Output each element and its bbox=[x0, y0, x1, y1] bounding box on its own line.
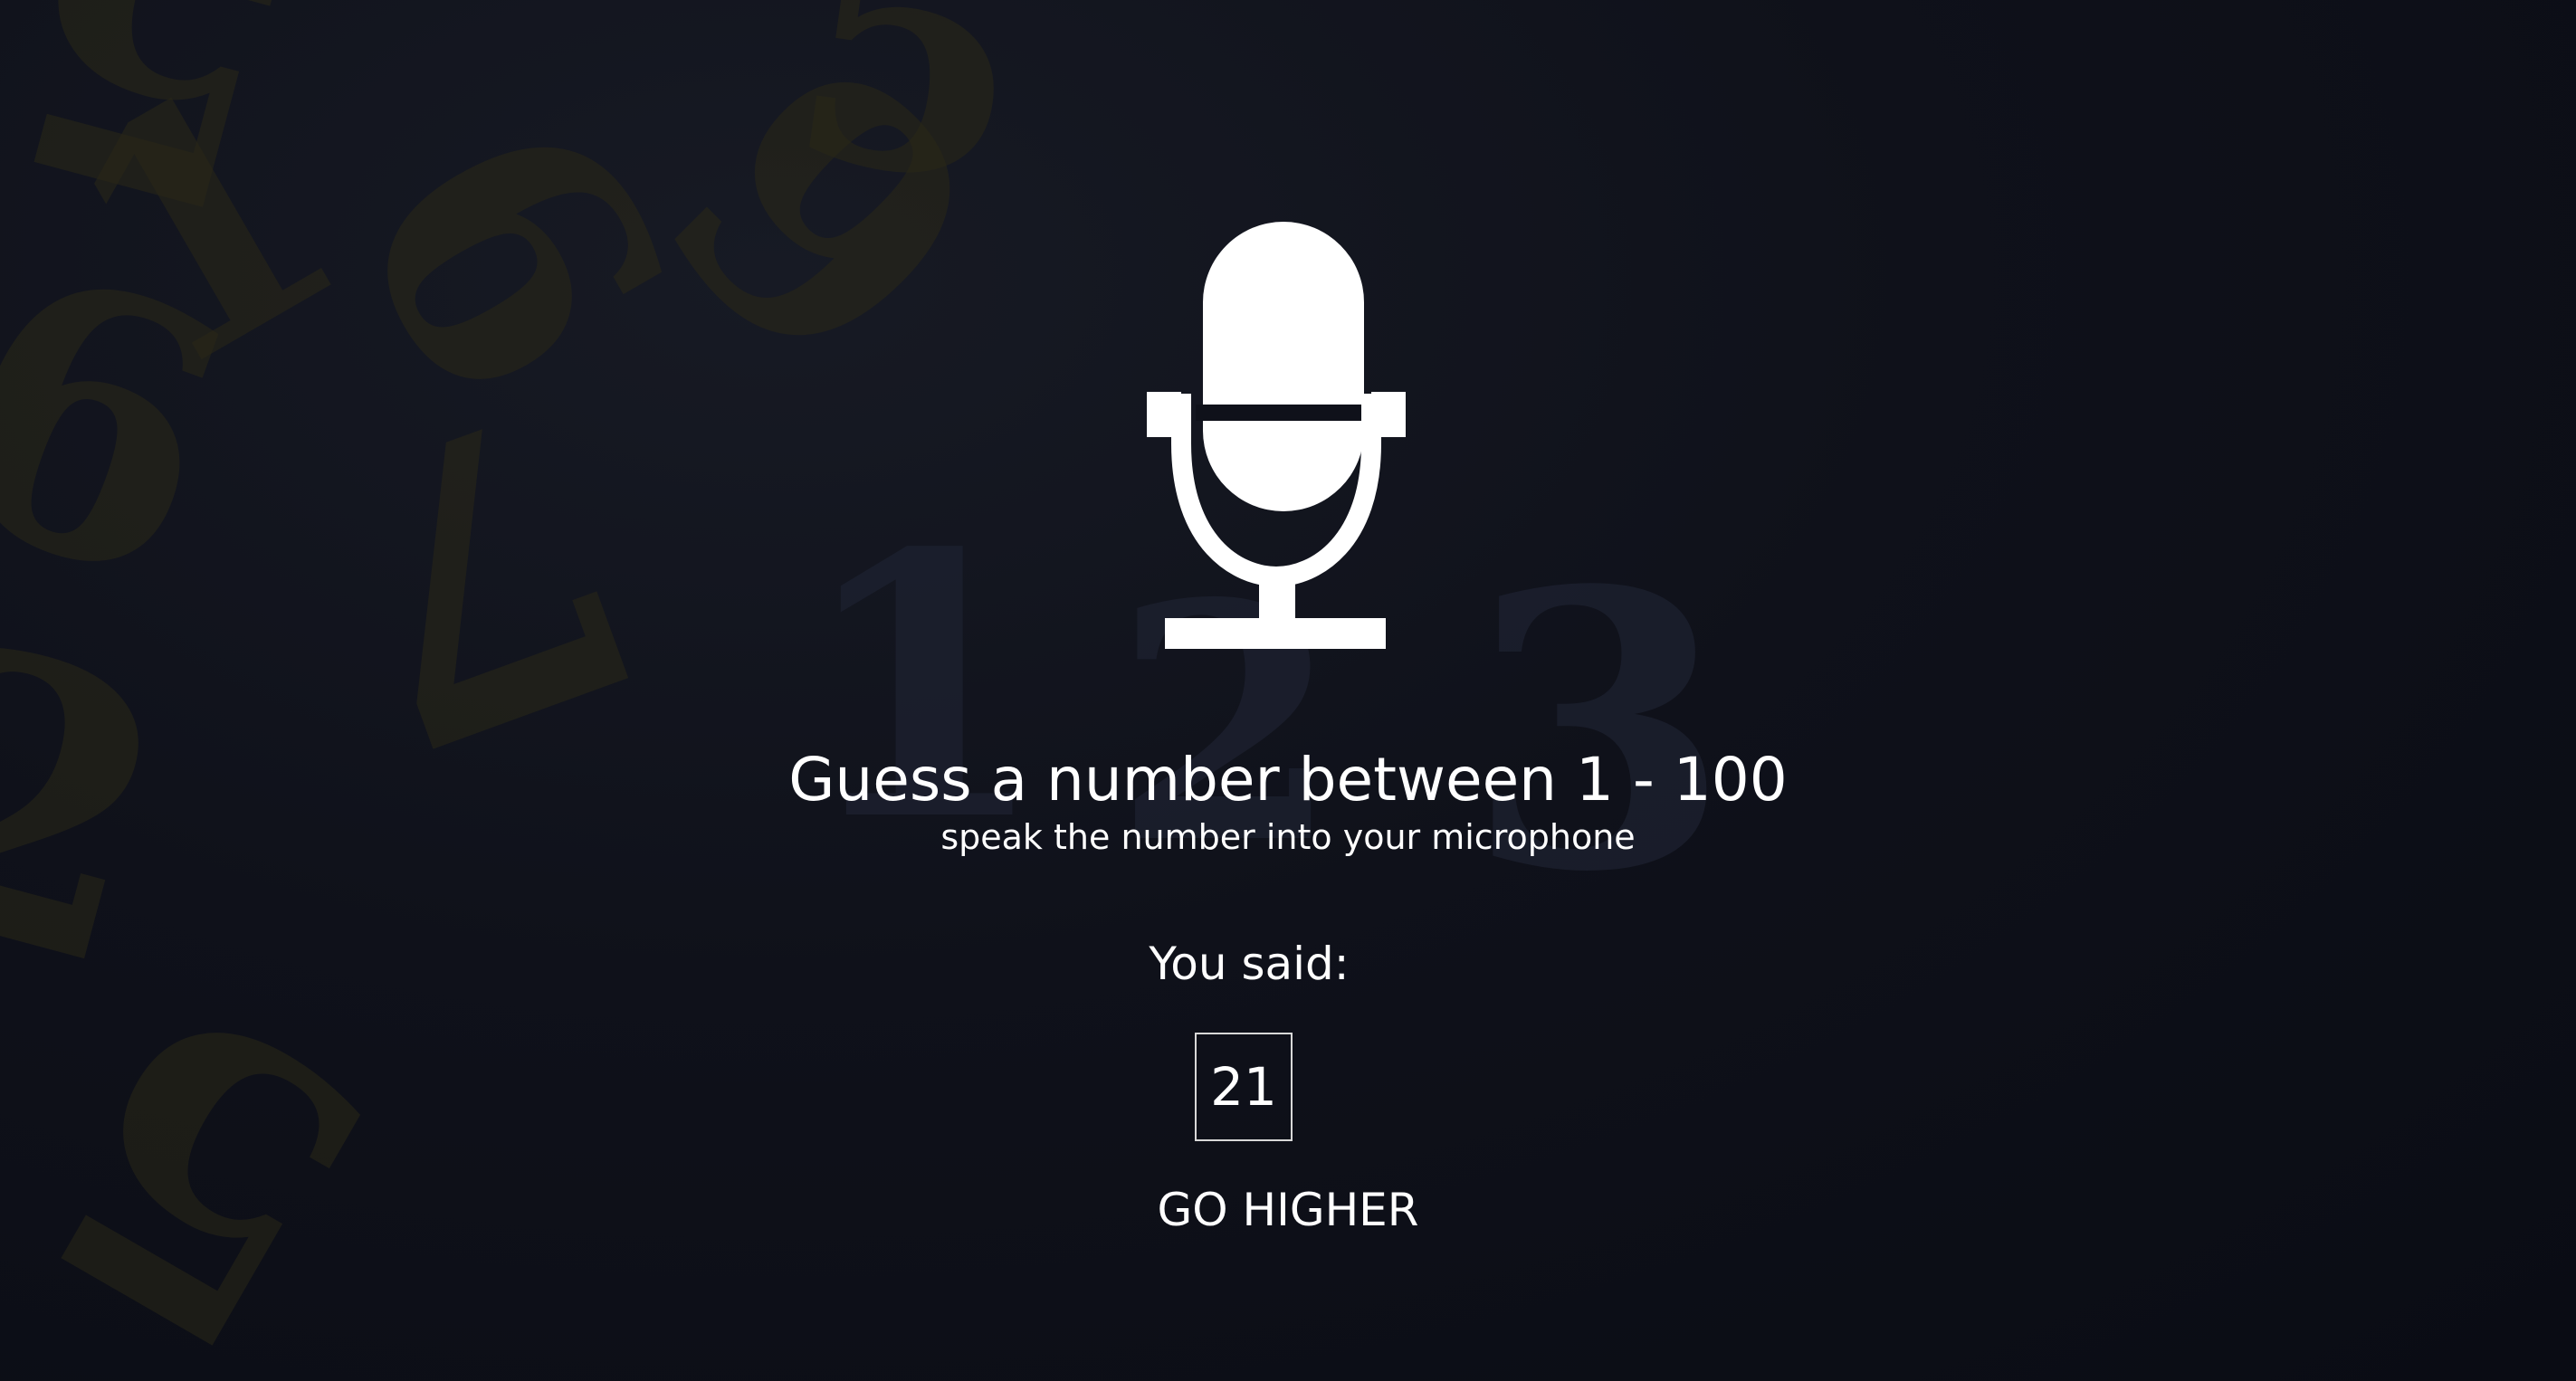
microphone-icon bbox=[1145, 222, 1407, 652]
spoken-number: 21 bbox=[1210, 1056, 1277, 1118]
instruction-text: speak the number into your microphone bbox=[940, 817, 1636, 857]
number-guessing-game: Guess a number between 1 - 100 speak the… bbox=[0, 0, 2576, 1381]
hint-text: GO HIGHER bbox=[1157, 1184, 1419, 1236]
page-title: Guess a number between 1 - 100 bbox=[788, 745, 1788, 815]
spoken-number-box: 21 bbox=[1195, 1033, 1293, 1141]
you-said-label: You said: bbox=[1149, 938, 1350, 990]
